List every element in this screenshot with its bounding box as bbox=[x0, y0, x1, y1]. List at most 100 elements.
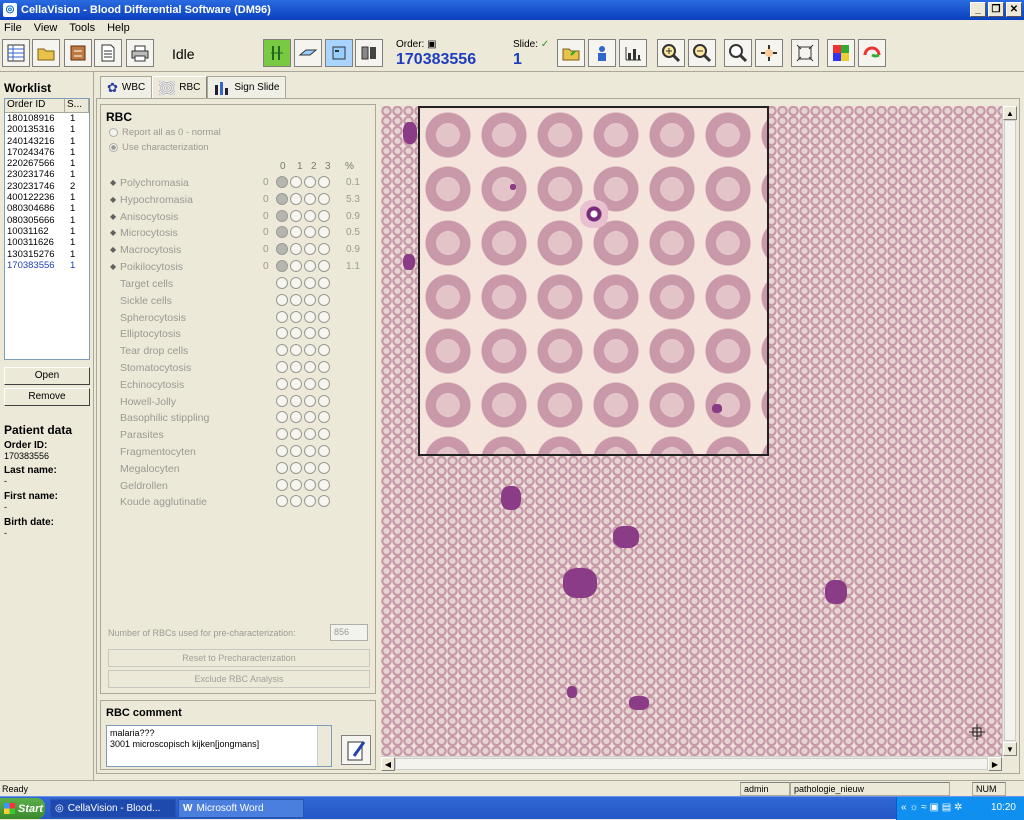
minimize-button[interactable]: _ bbox=[970, 2, 986, 17]
tab-rbc[interactable]: RBC bbox=[152, 76, 208, 98]
grade-radio-3[interactable] bbox=[318, 243, 330, 256]
grade-radio-0[interactable] bbox=[276, 327, 288, 340]
magazine-button[interactable] bbox=[325, 39, 353, 67]
grade-radio-0[interactable] bbox=[276, 445, 288, 457]
grade-radio-0[interactable] bbox=[276, 260, 288, 272]
worklist-table[interactable]: Order ID S... 180108916 1 200135316 1 240143… bbox=[4, 98, 90, 360]
grade-radio-2[interactable] bbox=[304, 411, 316, 424]
grade-radio-2[interactable] bbox=[304, 260, 316, 272]
worklist-row[interactable]: 240143216 1 bbox=[5, 136, 89, 147]
task-word[interactable]: W Microsoft Word bbox=[178, 799, 304, 818]
worklist-row[interactable]: 230231746 1 bbox=[5, 169, 89, 180]
grade-radio-3[interactable] bbox=[318, 176, 330, 188]
grade-radio-0[interactable] bbox=[276, 293, 288, 306]
menu-view[interactable]: View bbox=[34, 22, 58, 34]
grade-radio-1[interactable] bbox=[290, 226, 302, 239]
grade-radio-2[interactable] bbox=[304, 243, 316, 256]
grade-radio-0[interactable] bbox=[276, 394, 288, 407]
zoom-in-button[interactable] bbox=[657, 39, 685, 67]
column-order-id[interactable]: Order ID bbox=[5, 99, 65, 112]
column-status[interactable]: S... bbox=[65, 99, 89, 112]
reset-precharacterization-button[interactable]: Reset to Precharacterization bbox=[108, 649, 370, 667]
grade-radio-2[interactable] bbox=[304, 310, 316, 323]
grade-radio-0[interactable] bbox=[276, 192, 288, 205]
grade-radio-3[interactable] bbox=[318, 192, 330, 205]
grade-radio-1[interactable] bbox=[290, 209, 302, 222]
grade-radio-3[interactable] bbox=[318, 394, 330, 407]
grade-radio-2[interactable] bbox=[304, 277, 316, 289]
open-folder-button[interactable] bbox=[32, 39, 60, 67]
grade-radio-0[interactable] bbox=[276, 361, 288, 373]
grade-radio-3[interactable] bbox=[318, 310, 330, 323]
grade-radio-0[interactable] bbox=[276, 478, 288, 491]
grade-radio-3[interactable] bbox=[318, 461, 330, 474]
grade-radio-1[interactable] bbox=[290, 243, 302, 256]
grade-radio-0[interactable] bbox=[276, 310, 288, 323]
grade-radio-0[interactable] bbox=[276, 344, 288, 357]
slide-overview-image[interactable] bbox=[381, 106, 1002, 756]
grade-radio-1[interactable] bbox=[290, 394, 302, 407]
restore-button[interactable]: ❐ bbox=[988, 2, 1004, 17]
report-normal-option[interactable]: Report all as 0 - normal bbox=[109, 127, 221, 138]
stain-button[interactable] bbox=[263, 39, 291, 67]
zoomed-cell-view[interactable] bbox=[418, 106, 769, 456]
grade-radio-3[interactable] bbox=[318, 293, 330, 306]
scroll-down-icon[interactable]: ▼ bbox=[1003, 742, 1017, 756]
grade-radio-3[interactable] bbox=[318, 478, 330, 491]
image-horizontal-scrollbar[interactable]: ◀ ▶ bbox=[381, 756, 1002, 771]
grade-radio-3[interactable] bbox=[318, 327, 330, 340]
grade-radio-0[interactable] bbox=[276, 411, 288, 424]
start-button[interactable]: Start bbox=[0, 798, 45, 819]
worklist-row[interactable]: 200135316 1 bbox=[5, 124, 89, 135]
grade-radio-1[interactable] bbox=[290, 260, 302, 272]
grade-radio-3[interactable] bbox=[318, 495, 330, 508]
grade-radio-3[interactable] bbox=[318, 344, 330, 357]
image-vertical-scrollbar[interactable]: ▲ ▼ bbox=[1002, 106, 1017, 756]
rbc-comment-textarea[interactable]: malaria??? 3001 microscopisch kijken[jon… bbox=[106, 725, 332, 767]
worklist-row[interactable]: 170383556 1 bbox=[5, 260, 89, 271]
grade-radio-1[interactable] bbox=[290, 344, 302, 357]
open-button[interactable]: Open bbox=[4, 367, 90, 385]
grade-radio-2[interactable] bbox=[304, 176, 316, 188]
grade-radio-3[interactable] bbox=[318, 445, 330, 457]
grade-radio-3[interactable] bbox=[318, 361, 330, 373]
edit-comment-button[interactable] bbox=[341, 735, 371, 765]
color-button[interactable] bbox=[827, 39, 855, 67]
grade-radio-1[interactable] bbox=[290, 445, 302, 457]
open-slide-button[interactable] bbox=[557, 39, 585, 67]
worklist-row[interactable]: 080304686 1 bbox=[5, 203, 89, 214]
grade-radio-2[interactable] bbox=[304, 394, 316, 407]
grade-radio-3[interactable] bbox=[318, 226, 330, 239]
scroll-left-icon[interactable]: ◀ bbox=[381, 757, 395, 771]
grade-radio-2[interactable] bbox=[304, 377, 316, 390]
tray-icons[interactable]: « ☼ ≈ ▣ ▤ ✲ bbox=[901, 802, 962, 813]
grade-radio-3[interactable] bbox=[318, 377, 330, 390]
grade-radio-2[interactable] bbox=[304, 226, 316, 239]
grade-radio-2[interactable] bbox=[304, 495, 316, 508]
grade-radio-1[interactable] bbox=[290, 293, 302, 306]
grade-radio-2[interactable] bbox=[304, 327, 316, 340]
report-button[interactable] bbox=[94, 39, 122, 67]
zoom-fit-button[interactable] bbox=[724, 39, 752, 67]
statistics-button[interactable] bbox=[619, 39, 647, 67]
close-button[interactable]: ✕ bbox=[1006, 2, 1022, 17]
tab-wbc[interactable]: ✿ WBC bbox=[100, 76, 153, 98]
grade-radio-2[interactable] bbox=[304, 478, 316, 491]
oil-button[interactable] bbox=[355, 39, 383, 67]
worklist-row[interactable]: 180108916 1 bbox=[5, 113, 89, 124]
worklist-row[interactable]: 080305666 1 bbox=[5, 215, 89, 226]
pan-button[interactable] bbox=[755, 39, 783, 67]
grade-radio-2[interactable] bbox=[304, 428, 316, 441]
scroll-right-icon[interactable]: ▶ bbox=[988, 757, 1002, 771]
refresh-button[interactable] bbox=[858, 39, 886, 67]
grade-radio-0[interactable] bbox=[276, 377, 288, 390]
grade-radio-1[interactable] bbox=[290, 310, 302, 323]
radio-report-normal[interactable] bbox=[109, 128, 118, 137]
worklist-row[interactable]: 100311626 1 bbox=[5, 237, 89, 248]
grade-radio-2[interactable] bbox=[304, 209, 316, 222]
grade-radio-0[interactable] bbox=[276, 226, 288, 239]
menu-help[interactable]: Help bbox=[107, 22, 130, 34]
menu-tools[interactable]: Tools bbox=[69, 22, 95, 34]
grade-radio-2[interactable] bbox=[304, 293, 316, 306]
worklist-row[interactable]: 400122236 1 bbox=[5, 192, 89, 203]
